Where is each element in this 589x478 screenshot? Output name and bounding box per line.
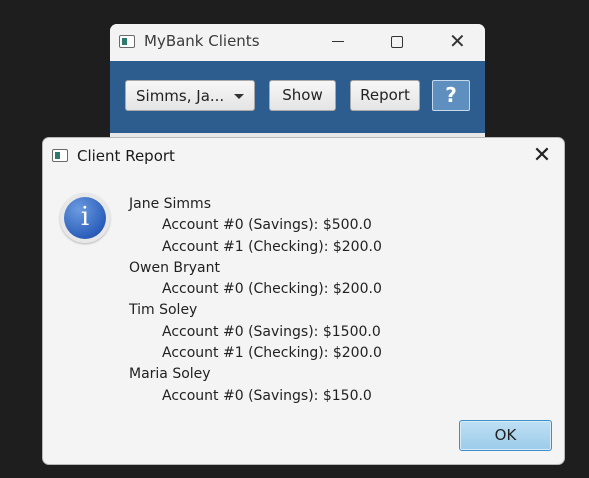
report-account-line: Account #1 (Checking): $200.0	[162, 238, 382, 255]
app-window-icon	[52, 149, 68, 162]
toolbar: Simms, Ja... Show Report ?	[110, 61, 485, 133]
report-account-line: Account #0 (Checking): $200.0	[162, 281, 382, 298]
client-select-value: Simms, Ja...	[136, 87, 225, 105]
maximize-button[interactable]	[373, 24, 419, 60]
dialog-close-button[interactable]: ✕	[527, 143, 557, 171]
show-button[interactable]: Show	[269, 80, 336, 111]
report-account-line: Account #0 (Savings): $1500.0	[162, 323, 381, 340]
help-button[interactable]: ?	[432, 80, 470, 111]
desktop: MyBank Clients ✕ Simms, Ja... Show Repor…	[0, 0, 589, 478]
information-icon: i	[60, 193, 110, 243]
report-client-name: Tim Soley	[129, 302, 198, 319]
report-client-name: Maria Soley	[129, 366, 211, 383]
app-window-icon	[119, 35, 135, 48]
client-select[interactable]: Simms, Ja...	[125, 80, 255, 111]
dialog-titlebar[interactable]: Client Report ✕	[43, 138, 564, 175]
help-icon: ?	[445, 83, 457, 107]
maximize-icon	[391, 36, 403, 48]
main-close-button[interactable]: ✕	[432, 24, 478, 60]
ok-button[interactable]: OK	[459, 420, 552, 451]
report-client-name: Jane Simms	[129, 196, 211, 212]
mybank-clients-window: MyBank Clients ✕ Simms, Ja... Show Repor…	[110, 24, 485, 142]
dialog-title: Client Report	[77, 147, 175, 165]
main-window-title: MyBank Clients	[144, 32, 260, 50]
chevron-down-icon	[234, 94, 244, 99]
report-account-line: Account #1 (Checking): $200.0	[162, 345, 382, 362]
minimize-icon	[332, 41, 344, 42]
report-text: Jane Simms Account #0 (Savings): $500.0 Ac…	[129, 194, 549, 407]
report-account-line: Account #0 (Savings): $500.0	[162, 217, 372, 234]
close-icon: ✕	[532, 143, 552, 168]
report-button[interactable]: Report	[350, 80, 420, 111]
report-account-line: Account #0 (Savings): $150.0	[162, 387, 372, 404]
close-icon: ✕	[449, 29, 466, 53]
report-client-name: Owen Bryant	[129, 259, 220, 276]
main-titlebar[interactable]: MyBank Clients ✕	[110, 24, 485, 60]
client-report-dialog: Client Report ✕ i Jane Simms Account #0 (…	[42, 137, 565, 465]
minimize-button[interactable]	[315, 24, 361, 60]
